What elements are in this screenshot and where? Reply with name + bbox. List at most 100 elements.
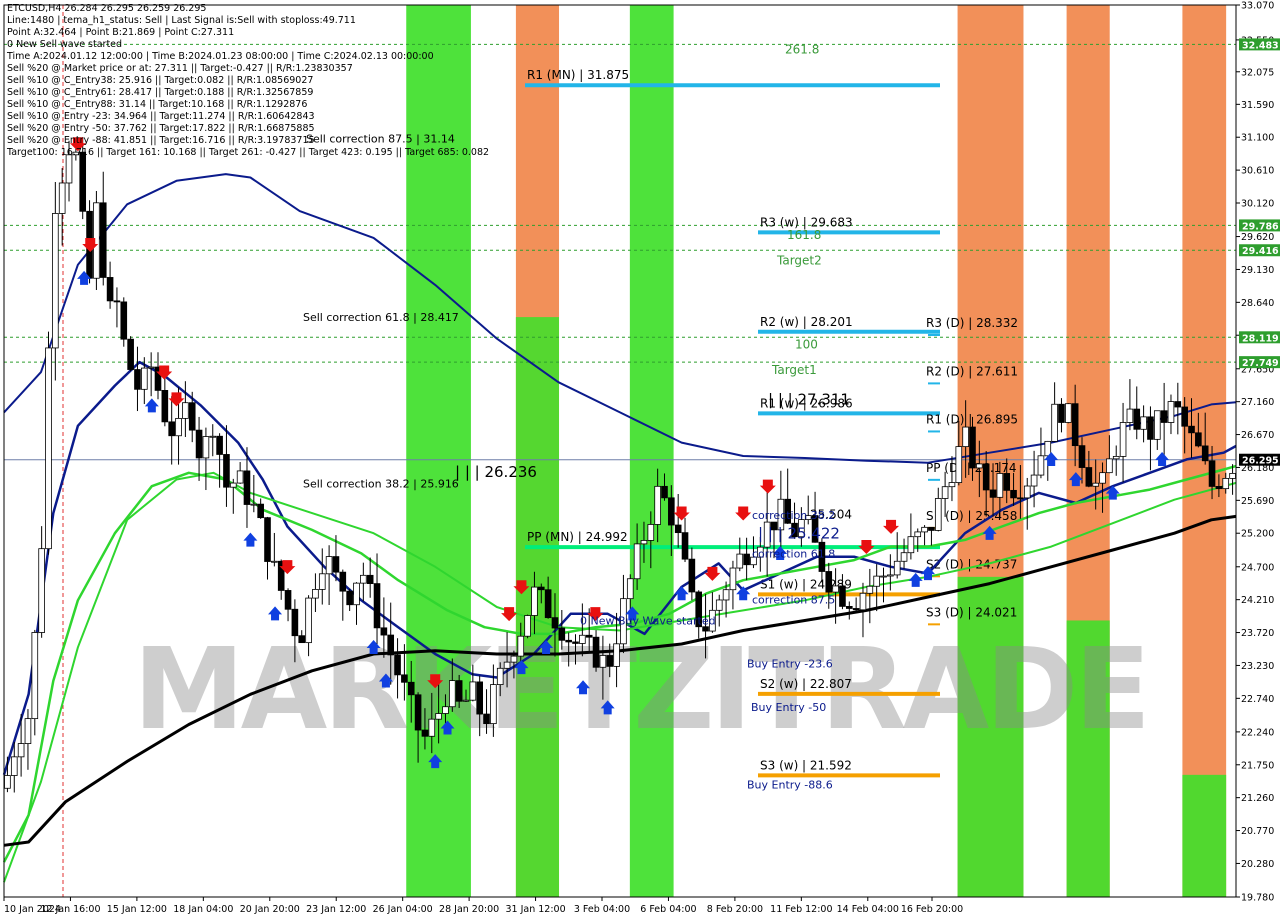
candle-bullish bbox=[236, 470, 244, 484]
candle-bullish bbox=[722, 589, 730, 601]
info-line: Point A:32.464 | Point B:21.869 | Point … bbox=[7, 27, 235, 38]
y-tick-label: 24.210 bbox=[1241, 595, 1274, 606]
candle-bullish bbox=[10, 756, 18, 776]
candle-bearish bbox=[243, 470, 251, 505]
price-tag-label: 28.119 bbox=[1242, 333, 1279, 344]
y-tick-label: 19.780 bbox=[1241, 893, 1274, 904]
x-tick-label: 8 Feb 20:00 bbox=[707, 904, 763, 915]
pivot-level-label: R3 (w) | 29.683 bbox=[760, 215, 853, 229]
y-tick-label: 25.200 bbox=[1241, 529, 1274, 540]
candle-bearish bbox=[1010, 489, 1017, 499]
candle-bullish bbox=[647, 524, 655, 541]
info-line: Time A:2024.01.12 12:00:00 | Time B:2024… bbox=[7, 51, 434, 62]
candle-bullish bbox=[900, 552, 908, 562]
candle-bullish bbox=[1119, 422, 1127, 457]
candle-bullish bbox=[175, 417, 182, 437]
x-tick-label: 16 Feb 20:00 bbox=[901, 904, 963, 915]
candle-bearish bbox=[572, 641, 579, 644]
candle-bullish bbox=[1030, 474, 1038, 487]
y-tick-label: 33.070 bbox=[1241, 1, 1274, 12]
candle-bearish bbox=[394, 654, 401, 676]
chart-annotation: 100 bbox=[795, 338, 818, 352]
price-tag-label: 29.416 bbox=[1242, 246, 1279, 257]
candle-bearish bbox=[845, 606, 853, 609]
candle-bearish bbox=[537, 586, 545, 591]
candle-bearish bbox=[606, 655, 614, 667]
daily-level-label: S3 (D) | 24.021 bbox=[926, 605, 1017, 619]
y-tick-label: 20.280 bbox=[1241, 859, 1274, 870]
chart-annotation: Target2 bbox=[776, 254, 822, 268]
candle-bullish bbox=[449, 680, 456, 708]
candle-bearish bbox=[1058, 403, 1065, 423]
candle-bullish bbox=[976, 463, 983, 469]
y-tick-label: 31.100 bbox=[1241, 133, 1274, 144]
candle-bearish bbox=[661, 485, 668, 499]
candle-bearish bbox=[668, 497, 675, 526]
y-tick-label: 29.130 bbox=[1241, 265, 1274, 276]
y-tick-label: 25.690 bbox=[1241, 496, 1274, 507]
info-line: Sell %20 @ Market price or at: 27.311 ||… bbox=[7, 63, 353, 74]
info-line: Sell %10 @ C_Entry61: 28.417 || Target:0… bbox=[7, 87, 314, 98]
candle-bullish bbox=[1126, 408, 1134, 423]
candle-bearish bbox=[1003, 473, 1011, 491]
candle-bullish bbox=[24, 718, 32, 744]
candle-bullish bbox=[353, 582, 360, 606]
candle-bullish bbox=[1229, 473, 1236, 479]
candle-bullish bbox=[1023, 485, 1031, 499]
candle-bullish bbox=[921, 526, 928, 533]
y-tick-label: 30.120 bbox=[1241, 198, 1274, 209]
y-tick-label: 22.240 bbox=[1241, 727, 1274, 738]
candle-bullish bbox=[209, 435, 217, 438]
candle-bullish bbox=[31, 632, 39, 720]
candle-bullish bbox=[654, 485, 661, 525]
candle-bearish bbox=[113, 300, 121, 303]
candle-bullish bbox=[613, 643, 620, 667]
candle-bullish bbox=[832, 585, 839, 593]
chart-annotation: correction 61.8 bbox=[752, 547, 835, 560]
price-tag-label: 26.295 bbox=[1242, 456, 1279, 467]
candle-bullish bbox=[462, 699, 470, 702]
candle-bearish bbox=[223, 454, 230, 488]
chart-annotation: Sell correction 61.8 | 28.417 bbox=[303, 311, 459, 324]
candle-bullish bbox=[941, 486, 949, 499]
candle-bullish bbox=[325, 556, 333, 575]
price-tag-label: 27.749 bbox=[1242, 358, 1279, 369]
pivot-level-label: S3 (w) | 21.592 bbox=[760, 758, 852, 772]
candle-bearish bbox=[558, 627, 566, 641]
info-line: ETCUSD,H4 26.284 26.295 26.259 26.295 bbox=[7, 3, 207, 14]
candle-bearish bbox=[1215, 486, 1223, 490]
candle-bearish bbox=[743, 553, 750, 566]
candle-bullish bbox=[880, 575, 887, 578]
info-line: Sell %10 @ Entry -23: 34.964 || Target:1… bbox=[7, 111, 315, 122]
candle-bearish bbox=[264, 517, 271, 562]
y-tick-label: 23.230 bbox=[1241, 661, 1274, 672]
candle-bearish bbox=[585, 634, 593, 638]
candle-bullish bbox=[1106, 458, 1113, 474]
x-tick-label: 26 Jan 04:00 bbox=[373, 904, 433, 915]
candle-bullish bbox=[1092, 482, 1099, 487]
candle-bullish bbox=[873, 575, 880, 587]
candle-bearish bbox=[346, 590, 353, 606]
candle-bullish bbox=[141, 367, 148, 390]
candle-bullish bbox=[305, 597, 312, 644]
candle-bearish bbox=[674, 524, 682, 534]
candle-bullish bbox=[1153, 410, 1161, 440]
x-tick-label: 11 Feb 12:00 bbox=[770, 904, 832, 915]
candle-bearish bbox=[1181, 406, 1188, 427]
chart-annotation: | | | 26.236 bbox=[455, 463, 537, 481]
candle-bearish bbox=[1078, 445, 1086, 468]
candle-bullish bbox=[640, 540, 648, 545]
candle-bearish bbox=[168, 421, 175, 437]
chart-annotation: | | | 27.311 bbox=[768, 390, 850, 408]
candle-bullish bbox=[996, 473, 1004, 498]
price-tag-label: 32.483 bbox=[1242, 40, 1279, 51]
candle-bullish bbox=[250, 503, 258, 506]
candle-bearish bbox=[565, 639, 572, 643]
x-tick-label: 6 Feb 04:00 bbox=[640, 904, 696, 915]
candle-bearish bbox=[127, 338, 134, 370]
candle-bearish bbox=[1085, 467, 1093, 487]
candle-bullish bbox=[229, 482, 237, 488]
candle-bearish bbox=[298, 635, 306, 644]
candle-bearish bbox=[1208, 460, 1216, 487]
candle-bullish bbox=[312, 589, 319, 599]
